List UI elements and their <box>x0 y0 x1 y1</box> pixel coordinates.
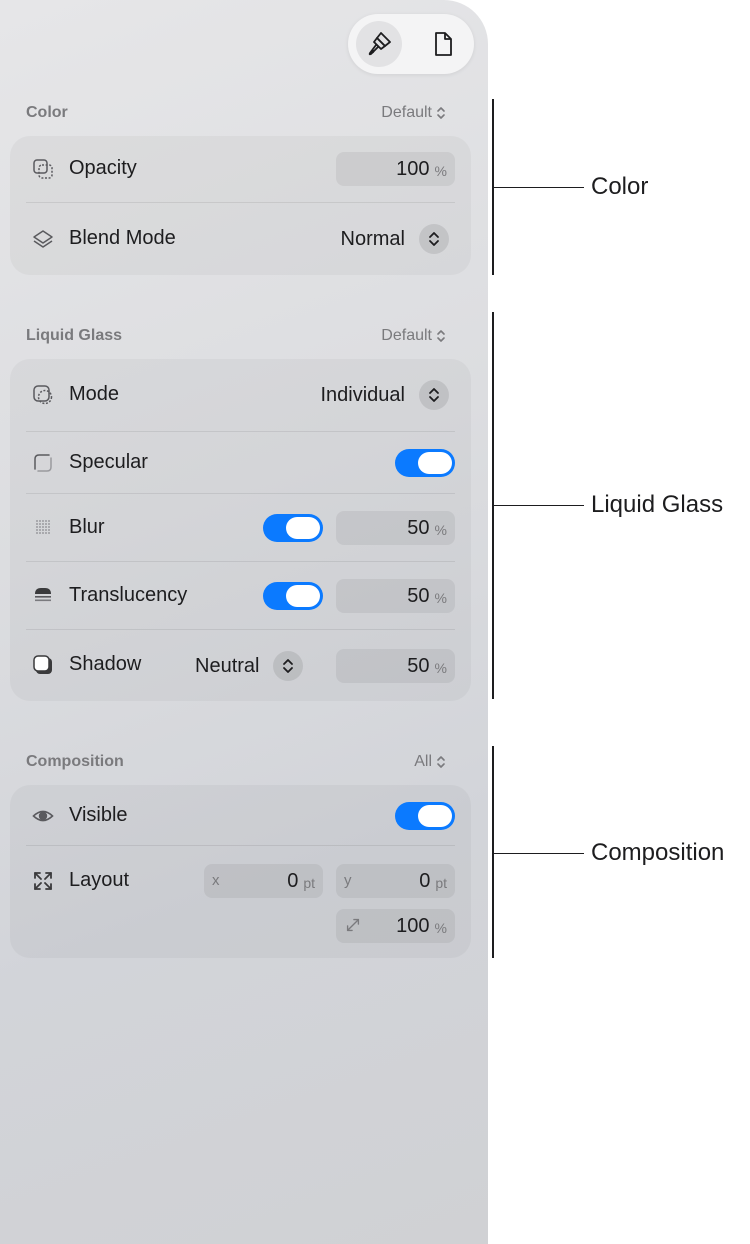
translucency-field[interactable]: 50 % <box>336 579 455 613</box>
shadow-label: Shadow <box>69 653 142 675</box>
layout-y-field[interactable]: y 0 pt <box>336 864 455 898</box>
x-value: 0 <box>287 869 299 892</box>
section-title: Liquid Glass <box>26 327 123 344</box>
shadow-row: Shadow Neutral 50 % <box>26 630 455 701</box>
blur-field[interactable]: 50 % <box>336 511 455 545</box>
composition-card: Visible Layout x 0 pt y 0 pt 100 % <box>10 785 471 958</box>
menu-value: Default <box>381 327 432 344</box>
visible-toggle[interactable] <box>395 802 455 830</box>
shadow-style-popup[interactable]: Neutral <box>195 651 304 681</box>
liquid-glass-callout: Liquid Glass <box>591 491 724 518</box>
inspector-toolbar <box>348 14 474 74</box>
x-unit: pt <box>303 875 315 891</box>
composition-section-header: Composition All <box>26 753 446 777</box>
layout-x-field[interactable]: x 0 pt <box>204 864 323 898</box>
specular-icon <box>32 452 54 474</box>
opacity-label: Opacity <box>69 157 137 179</box>
translucency-value: 50 <box>407 584 430 607</box>
section-title: Composition <box>26 753 124 770</box>
glass-mode-icon <box>32 384 54 406</box>
toggle-knob <box>286 585 320 607</box>
chevron-updown-icon[interactable] <box>273 651 304 681</box>
color-preset-menu[interactable]: Default <box>381 104 446 122</box>
opacity-icon <box>32 158 54 180</box>
specular-row: Specular <box>26 432 455 493</box>
layout-scale-field[interactable]: 100 % <box>336 909 455 943</box>
liquid-glass-preset-menu[interactable]: Default <box>381 327 446 345</box>
visible-row: Visible <box>26 785 455 845</box>
shadow-value: 50 <box>407 654 430 677</box>
shadow-icon <box>32 654 54 676</box>
mode-label: Mode <box>69 383 120 405</box>
paintbrush-icon[interactable] <box>356 21 402 67</box>
layout-row: Layout x 0 pt y 0 pt 100 % <box>26 846 455 958</box>
color-section-header: Color Default <box>26 104 446 128</box>
liquid-glass-leader-line <box>494 505 584 506</box>
opacity-unit: % <box>434 163 447 179</box>
opacity-value: 100 <box>396 157 430 180</box>
blur-icon <box>32 516 54 538</box>
chevron-updown-icon <box>437 756 445 768</box>
blend-mode-row: Blend Mode Normal <box>26 203 455 275</box>
eye-icon <box>32 805 54 827</box>
color-leader-line <box>494 187 584 188</box>
blend-mode-value: Normal <box>340 227 405 250</box>
inspector-panel: Color Default Opacity 100 % Blend Mode N… <box>0 0 488 1244</box>
toggle-knob <box>418 452 452 474</box>
resize-arrows-icon <box>32 870 54 892</box>
color-card: Opacity 100 % Blend Mode Normal <box>10 136 471 275</box>
blend-mode-popup[interactable]: Normal <box>341 224 449 254</box>
translucency-toggle[interactable] <box>263 582 323 610</box>
opacity-field[interactable]: 100 % <box>336 152 455 186</box>
y-value: 0 <box>419 869 431 892</box>
scale-value: 100 <box>396 914 430 937</box>
blur-value: 50 <box>407 516 430 539</box>
shadow-unit: % <box>434 660 447 676</box>
translucency-icon <box>32 584 54 606</box>
menu-value: Default <box>381 104 432 121</box>
blur-unit: % <box>434 522 447 538</box>
blur-label: Blur <box>69 516 105 538</box>
mode-popup[interactable]: Individual <box>320 380 449 410</box>
mode-value: Individual <box>320 383 405 406</box>
layers-icon <box>32 228 54 250</box>
liquid-glass-card: Mode Individual Specular Blur 50 % Trans… <box>10 359 471 701</box>
x-prefix: x <box>212 872 220 889</box>
y-unit: pt <box>435 875 447 891</box>
blend-mode-label: Blend Mode <box>69 227 176 249</box>
specular-toggle[interactable] <box>395 449 455 477</box>
blur-toggle[interactable] <box>263 514 323 542</box>
translucency-row: Translucency 50 % <box>26 562 455 629</box>
layout-label: Layout <box>69 869 130 891</box>
document-icon[interactable] <box>420 21 466 67</box>
opacity-row: Opacity 100 % <box>26 136 455 202</box>
shadow-style-value: Neutral <box>195 654 260 677</box>
blur-row: Blur 50 % <box>26 494 455 561</box>
section-title: Color <box>26 104 68 121</box>
chevron-updown-icon[interactable] <box>419 224 449 254</box>
chevron-updown-icon[interactable] <box>419 380 449 410</box>
visible-label: Visible <box>69 804 128 826</box>
color-callout: Color <box>591 173 649 200</box>
composition-preset-menu[interactable]: All <box>414 753 446 771</box>
liquid-glass-section-header: Liquid Glass Default <box>26 327 446 351</box>
composition-bracket <box>492 746 494 958</box>
toggle-knob <box>418 805 452 827</box>
specular-label: Specular <box>69 451 148 473</box>
scale-unit: % <box>434 920 447 936</box>
translucency-label: Translucency <box>69 584 188 606</box>
composition-callout: Composition <box>591 839 725 866</box>
composition-leader-line <box>494 853 584 854</box>
toggle-knob <box>286 517 320 539</box>
translucency-unit: % <box>434 590 447 606</box>
chevron-updown-icon <box>437 107 445 119</box>
mode-row: Mode Individual <box>26 359 455 431</box>
scale-arrows-icon <box>344 916 362 938</box>
y-prefix: y <box>344 872 352 889</box>
menu-value: All <box>414 753 432 770</box>
shadow-field[interactable]: 50 % <box>336 649 455 683</box>
chevron-updown-icon <box>437 330 445 342</box>
